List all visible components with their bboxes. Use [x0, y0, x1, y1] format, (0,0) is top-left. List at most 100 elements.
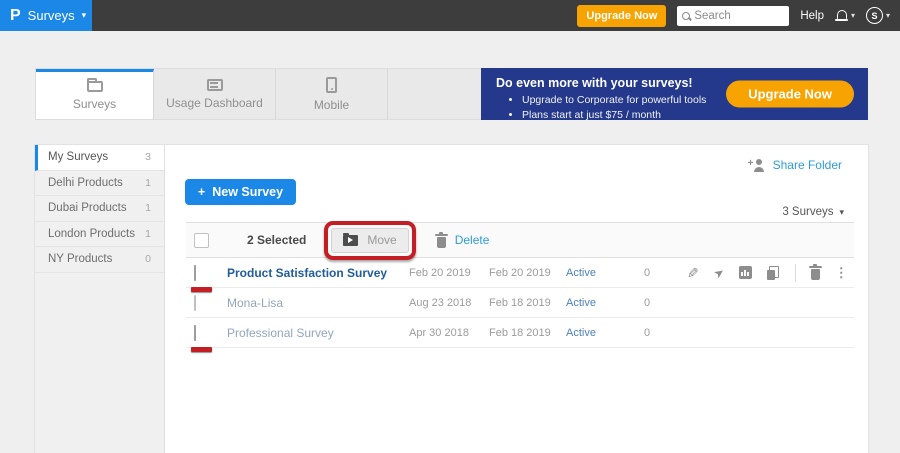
search-icon	[682, 12, 690, 20]
surveys-count-dropdown[interactable]: 3 Surveys ▾	[782, 206, 844, 218]
move-label: Move	[367, 233, 396, 247]
folder-label: NY Products	[48, 253, 112, 265]
responses-count: 0	[644, 267, 687, 279]
survey-name-link[interactable]: Product Satisfaction Survey	[227, 266, 409, 280]
status-badge: Active	[566, 327, 644, 339]
share-folder-label: Share Folder	[773, 158, 842, 172]
survey-list: 2 Selected Move Delete	[186, 222, 854, 348]
folder-icon	[87, 81, 103, 92]
modified-date: Feb 18 2019	[489, 297, 566, 309]
share-folder-link[interactable]: Share Folder	[748, 158, 842, 172]
row-checkbox[interactable]	[194, 295, 196, 311]
responses-count: 0	[644, 297, 687, 309]
move-button[interactable]: Move	[331, 228, 408, 253]
status-badge: Active	[566, 297, 644, 309]
tab-strip: Surveys Usage Dashboard Mobile	[35, 68, 481, 120]
more-options-icon[interactable]: ⋮	[835, 266, 848, 279]
row-checkbox-cell	[194, 326, 210, 340]
responses-count: 0	[644, 327, 687, 339]
new-survey-label: New Survey	[212, 185, 283, 199]
account-menu[interactable]: S ▾	[866, 7, 890, 24]
edit-icon[interactable]: ✎	[687, 266, 699, 280]
tab-label: Usage Dashboard	[166, 96, 263, 110]
new-survey-button[interactable]: + New Survey	[185, 179, 296, 205]
sidebar-item-ny-products[interactable]: NY Products 0	[35, 247, 164, 273]
survey-name-link[interactable]: Professional Survey	[227, 326, 409, 340]
row-actions: ✎ ➤ ⋮	[687, 264, 848, 282]
duplicate-icon[interactable]	[767, 266, 780, 280]
move-button-wrap: Move	[331, 228, 408, 253]
tab-label: Mobile	[314, 98, 349, 112]
folder-count: 1	[145, 228, 151, 240]
promo-banner: Do even more with your surveys! Upgrade …	[481, 68, 868, 120]
table-row: Professional Survey Apr 30 2018 Feb 18 2…	[186, 318, 854, 348]
trash-icon[interactable]	[811, 269, 820, 280]
top-bar: P Surveys ▾ Upgrade Now Help ▾ S ▾	[0, 0, 900, 31]
sidebar-item-my-surveys[interactable]: My Surveys 3	[35, 145, 164, 171]
promo-bullet: Plans start at just $75 / month	[522, 108, 868, 123]
created-date: Aug 23 2018	[409, 297, 489, 309]
tab-strip-filler	[388, 69, 481, 119]
chevron-down-icon: ▾	[82, 11, 87, 20]
created-date: Feb 20 2019	[409, 267, 489, 279]
folders-sidebar: My Surveys 3 Delhi Products 1 Dubai Prod…	[35, 145, 165, 453]
notifications-menu[interactable]: ▾	[835, 9, 855, 22]
survey-name-link[interactable]: Mona-Lisa	[227, 296, 409, 310]
proprofs-logo: P	[10, 8, 21, 24]
folder-count: 0	[145, 253, 151, 265]
folder-label: Delhi Products	[48, 177, 123, 189]
folder-label: London Products	[48, 228, 135, 240]
selection-toolbar: 2 Selected Move Delete	[186, 222, 854, 258]
mobile-phone-icon	[326, 77, 337, 93]
modified-date: Feb 20 2019	[489, 267, 566, 279]
search-box[interactable]	[677, 6, 789, 26]
topbar-controls: Upgrade Now Help ▾ S ▾	[577, 5, 900, 27]
upgrade-now-button[interactable]: Upgrade Now	[577, 5, 666, 27]
modified-date: Feb 18 2019	[489, 327, 566, 339]
tab-label: Surveys	[73, 97, 116, 111]
selected-count-label: 2 Selected	[247, 233, 306, 247]
sidebar-item-dubai-products[interactable]: Dubai Products 1	[35, 196, 164, 222]
status-badge: Active	[566, 267, 644, 279]
folder-label: Dubai Products	[48, 202, 127, 214]
move-to-folder-icon	[343, 235, 358, 246]
trash-icon	[437, 237, 446, 248]
reports-icon[interactable]	[739, 266, 752, 279]
tab-surveys[interactable]: Surveys	[36, 69, 154, 119]
surveys-count-label: 3 Surveys	[782, 206, 833, 218]
row-checkbox[interactable]	[194, 265, 196, 281]
delete-label: Delete	[455, 233, 490, 247]
folder-count: 1	[145, 202, 151, 214]
row-checkbox-cell	[194, 296, 210, 310]
avatar: S	[866, 7, 883, 24]
send-icon[interactable]: ➤	[711, 265, 726, 281]
help-link[interactable]: Help	[800, 10, 824, 22]
select-all-checkbox[interactable]	[194, 233, 209, 248]
tabs-banner-row: Surveys Usage Dashboard Mobile Do even m…	[35, 68, 868, 120]
upgrade-now-cta-button[interactable]: Upgrade Now	[726, 81, 854, 108]
tab-mobile[interactable]: Mobile	[276, 69, 388, 119]
folder-count: 1	[145, 177, 151, 189]
delete-button[interactable]: Delete	[437, 233, 490, 248]
surveys-main-panel: Share Folder + New Survey 3 Surveys ▾ 2 …	[165, 145, 868, 453]
product-name: Surveys	[28, 8, 75, 23]
folder-count: 3	[145, 151, 151, 163]
chevron-down-icon: ▾	[851, 9, 855, 22]
sidebar-item-delhi-products[interactable]: Delhi Products 1	[35, 171, 164, 197]
content-panel: My Surveys 3 Delhi Products 1 Dubai Prod…	[35, 145, 868, 453]
tab-usage-dashboard[interactable]: Usage Dashboard	[154, 69, 276, 119]
sidebar-item-london-products[interactable]: London Products 1	[35, 222, 164, 248]
bell-icon	[835, 9, 848, 22]
chevron-down-icon: ▾	[886, 9, 890, 22]
chevron-down-icon: ▾	[839, 207, 844, 218]
search-input[interactable]	[694, 10, 780, 22]
folder-label: My Surveys	[48, 151, 108, 163]
red-underline-annotation	[191, 287, 212, 292]
red-underline-annotation	[191, 347, 212, 352]
product-switcher[interactable]: P Surveys ▾	[0, 0, 92, 31]
actions-divider	[795, 264, 796, 282]
plus-icon: +	[198, 185, 205, 199]
table-row: Mona-Lisa Aug 23 2018 Feb 18 2019 Active…	[186, 288, 854, 318]
row-checkbox[interactable]	[194, 325, 196, 341]
dashboard-icon	[207, 79, 223, 91]
